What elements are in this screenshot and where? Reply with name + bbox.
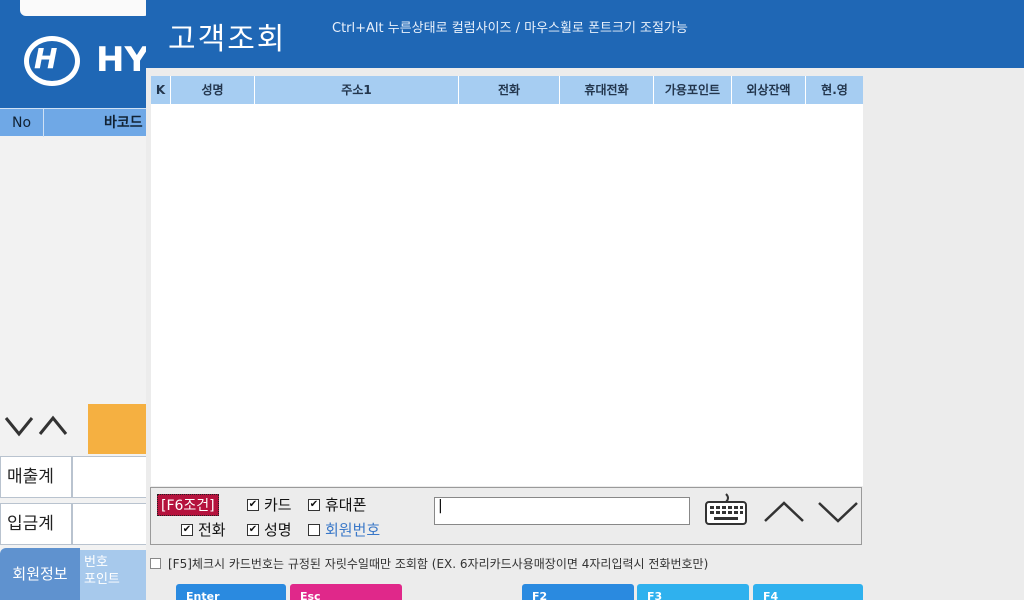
name-label: 성명 (264, 521, 292, 539)
background-logo: H HY (20, 30, 150, 90)
search-input[interactable]: | (434, 497, 690, 525)
column-k[interactable]: K (151, 76, 171, 104)
mobile-label: 휴대폰 (325, 496, 367, 514)
column-phone[interactable]: 전화 (459, 76, 560, 104)
deposit-total-button[interactable]: 입금계 (0, 503, 72, 545)
f6-conditions-label[interactable]: [F6조건] (157, 494, 219, 516)
background-table-header: No 바코드 (0, 108, 148, 137)
column-barcode: 바코드 (104, 115, 143, 131)
f3-button[interactable]: F3 (637, 584, 749, 600)
f4-button[interactable]: F4 (753, 584, 863, 600)
background-orange-button[interactable] (88, 404, 148, 454)
background-scroll-arrows[interactable] (0, 404, 90, 454)
grid-header: K 성명 주소1 전화 휴대전화 가용포인트 외상잔액 현.영 (151, 76, 863, 104)
scroll-up-icon[interactable] (763, 500, 805, 524)
scroll-down-icon[interactable] (817, 500, 859, 524)
column-cash-receipt[interactable]: 현.영 (806, 76, 863, 104)
background-top-tab (20, 0, 150, 16)
grid-body[interactable] (151, 104, 863, 486)
name-checkbox[interactable]: ✔ 성명 (247, 519, 292, 540)
member-number-label: 번호 (84, 555, 108, 570)
scroll-down-up-icon[interactable] (4, 412, 84, 442)
checkmark-icon: ✔ (181, 523, 193, 536)
f5-note: [F5]체크시 카드번호는 규정된 자릿수일때만 조회함 (EX. 6자리카드사… (168, 557, 709, 571)
dialog-hint: Ctrl+Alt 누른상태로 컬럼사이즈 / 마우스휠로 폰트크기 조절가능 (332, 21, 688, 36)
esc-button[interactable]: Esc (290, 584, 402, 600)
dialog-titlebar: 고객조회 Ctrl+Alt 누른상태로 컬럼사이즈 / 마우스휠로 폰트크기 조… (146, 0, 1024, 68)
column-credit-balance[interactable]: 외상잔액 (732, 76, 806, 104)
keyboard-icon[interactable] (704, 492, 748, 526)
member-points-label: 포인트 (84, 572, 120, 587)
sales-total-button[interactable]: 매출계 (0, 456, 72, 498)
sales-total-value (72, 456, 148, 498)
member-no-label: 회원번호 (325, 521, 381, 539)
card-label: 카드 (264, 496, 292, 514)
enter-button[interactable]: Enter (176, 584, 286, 600)
dialog-title: 고객조회 (168, 22, 287, 57)
member-sub-tab[interactable]: 번호 포인트 (80, 550, 148, 600)
logo-mark: H (34, 42, 58, 75)
checkmark-icon: ✔ (247, 523, 259, 536)
member-info-tab[interactable]: 회원정보 (0, 548, 80, 600)
column-no: No (0, 109, 44, 137)
deposit-total-value (72, 503, 148, 545)
checkmark-icon: ✔ (308, 498, 320, 511)
mobile-checkbox[interactable]: ✔ 휴대폰 (308, 494, 366, 515)
card-checkbox[interactable]: ✔ 카드 (247, 494, 292, 515)
logo-text: HY (96, 40, 150, 80)
customer-lookup-dialog: 고객조회 Ctrl+Alt 누른상태로 컬럼사이즈 / 마우스휠로 폰트크기 조… (146, 0, 1024, 600)
customer-grid[interactable]: K 성명 주소1 전화 휴대전화 가용포인트 외상잔액 현.영 (151, 76, 863, 486)
search-conditions-panel: [F6조건] ✔ 카드 ✔ 휴대폰 ✔ 전화 ✔ 성명 회원번호 | (150, 487, 862, 545)
phone-label: 전화 (198, 521, 226, 539)
column-address[interactable]: 주소1 (255, 76, 459, 104)
f5-card-length-checkbox[interactable]: [F5]체크시 카드번호는 규정된 자릿수일때만 조회함 (EX. 6자리카드사… (150, 555, 708, 572)
checkmark-icon: ✔ (247, 498, 259, 511)
column-mobile[interactable]: 휴대전화 (560, 76, 654, 104)
column-available-points[interactable]: 가용포인트 (654, 76, 732, 104)
phone-checkbox[interactable]: ✔ 전화 (181, 519, 226, 540)
f2-button[interactable]: F2 (522, 584, 634, 600)
member-no-checkbox[interactable]: 회원번호 (308, 519, 380, 540)
column-name[interactable]: 성명 (171, 76, 255, 104)
